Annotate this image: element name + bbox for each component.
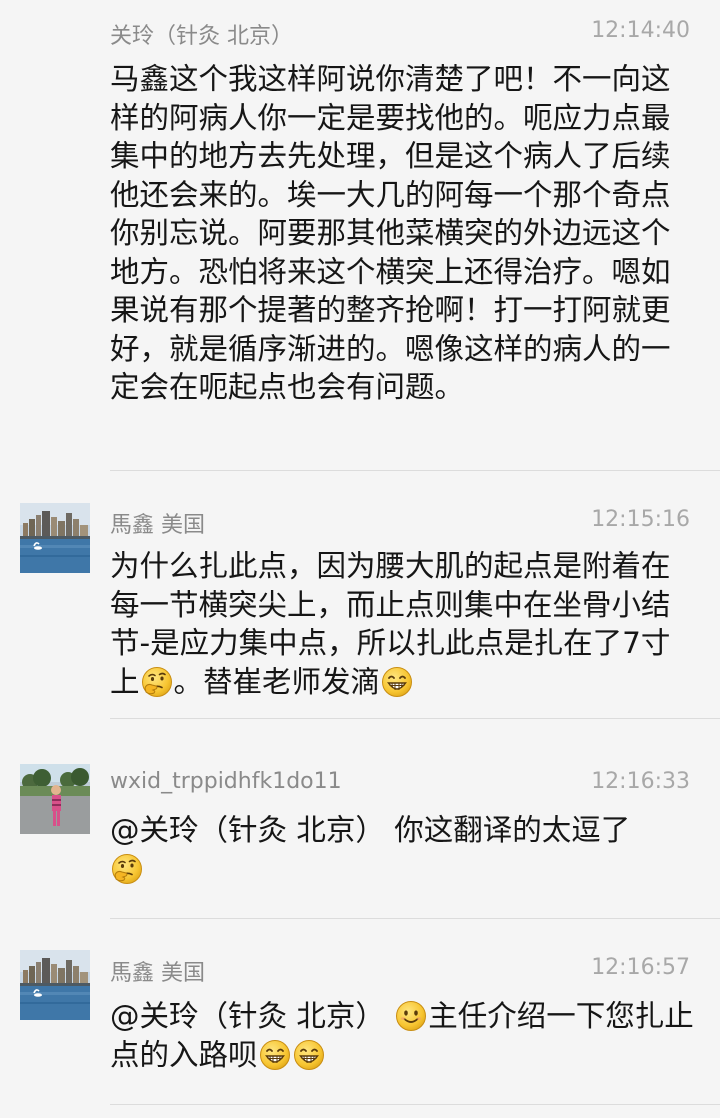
- message-time: 12:16:57: [591, 955, 690, 980]
- message-text[interactable]: @关玲（针灸 北京） 你这翻译的太逗了: [110, 811, 695, 888]
- message-text[interactable]: 马鑫这个我这样阿说你清楚了吧！不一向这样的阿病人你一定是要找他的。呃应力点最集中…: [110, 60, 695, 407]
- message-text-part: 。替崔老师发滴: [173, 664, 381, 699]
- chat-message: 馬鑫 美国 12:16:57 @关玲（针灸 北京） 主任介绍一下您扎止点的入路呗: [0, 919, 720, 1105]
- chat-message: wxid_trppidhfk1do11 12:16:33 @关玲（针灸 北京） …: [0, 719, 720, 919]
- grin-emoji-icon: [381, 666, 413, 698]
- chat-message: 关玲（针灸 北京） 12:14:40 马鑫这个我这样阿说你清楚了吧！不一向这样的…: [0, 0, 720, 471]
- message-text[interactable]: 为什么扎此点，因为腰大肌的起点是附着在每一节横突尖上，而止点则集中在坐骨小结节-…: [110, 547, 695, 701]
- avatar[interactable]: [20, 764, 90, 834]
- grin-emoji-icon: [293, 1039, 325, 1071]
- chat-message: 馬鑫 美国 12:15:16 为什么扎此点，因为腰大肌的起点是附着在每一节横突尖…: [0, 471, 720, 719]
- sender-name[interactable]: 馬鑫 美国: [110, 955, 205, 987]
- thinking-emoji-icon: [141, 666, 173, 698]
- message-time: 12:16:33: [591, 769, 690, 794]
- message-text[interactable]: @关玲（针灸 北京） 主任介绍一下您扎止点的入路呗: [110, 997, 695, 1074]
- message-text-part: @关玲（针灸 北京） 你这翻译的太逗了: [110, 813, 631, 847]
- avatar[interactable]: [20, 950, 90, 1020]
- avatar[interactable]: [20, 503, 90, 573]
- sender-name[interactable]: wxid_trppidhfk1do11: [110, 769, 342, 794]
- message-time: 12:14:40: [591, 18, 690, 43]
- smile-emoji-icon: [395, 1000, 427, 1032]
- sender-name[interactable]: 关玲（针灸 北京）: [110, 18, 293, 50]
- message-time: 12:15:16: [591, 507, 690, 532]
- sender-name[interactable]: 馬鑫 美国: [110, 507, 205, 539]
- message-text-part: @关玲（针灸 北京）: [110, 999, 395, 1033]
- grin-emoji-icon: [259, 1039, 291, 1071]
- thinking-emoji-icon: [111, 853, 143, 885]
- message-divider: [110, 1104, 720, 1105]
